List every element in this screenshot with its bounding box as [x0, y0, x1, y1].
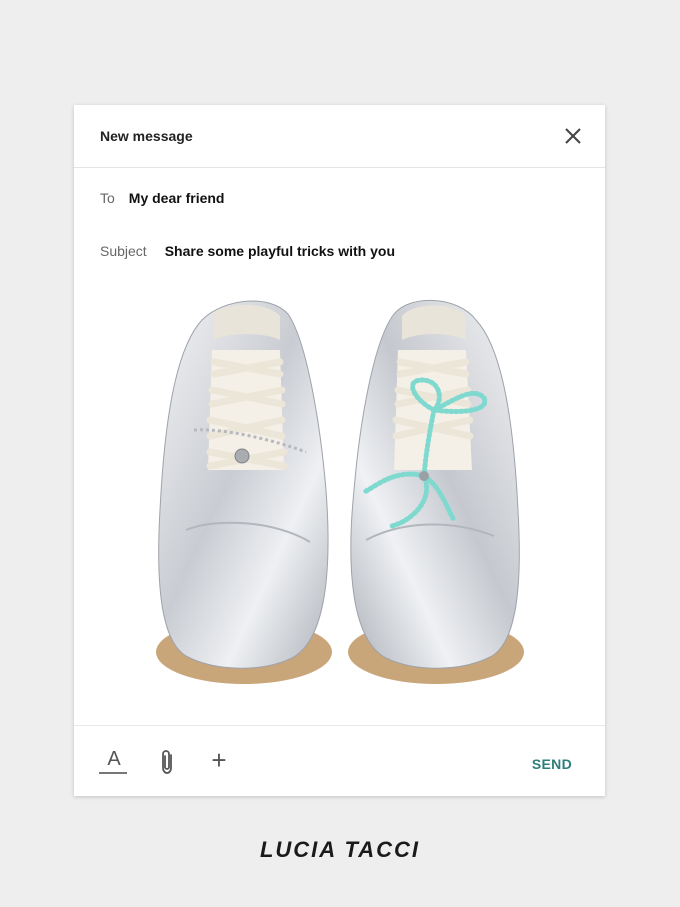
sneakers-photo: [156, 299, 524, 684]
right-sneaker: [348, 299, 524, 684]
close-icon[interactable]: [561, 124, 585, 148]
text-format-label: A: [107, 748, 121, 770]
compose-window: New message To My dear friend Subject Shar…: [74, 105, 605, 796]
subject-value[interactable]: Share some playful tricks with you: [165, 243, 395, 259]
compose-toolbar: A + SEND: [74, 725, 605, 797]
paperclip-icon[interactable]: [158, 748, 178, 776]
compose-title: New message: [100, 128, 193, 144]
to-field[interactable]: To My dear friend: [100, 190, 225, 206]
text-format-icon[interactable]: A: [99, 748, 129, 774]
message-image: [74, 280, 605, 725]
subject-label: Subject: [100, 243, 147, 259]
send-button[interactable]: SEND: [532, 756, 572, 772]
left-sneaker: [156, 300, 332, 684]
to-value[interactable]: My dear friend: [129, 190, 225, 206]
brand-logo: LUCIA TACCI: [259, 837, 421, 862]
plus-icon[interactable]: +: [207, 747, 231, 776]
text-format-underline: [99, 772, 127, 774]
subject-field[interactable]: Subject Share some playful tricks with yo…: [100, 243, 395, 259]
compose-header: New message: [74, 105, 605, 168]
to-label: To: [100, 190, 115, 206]
